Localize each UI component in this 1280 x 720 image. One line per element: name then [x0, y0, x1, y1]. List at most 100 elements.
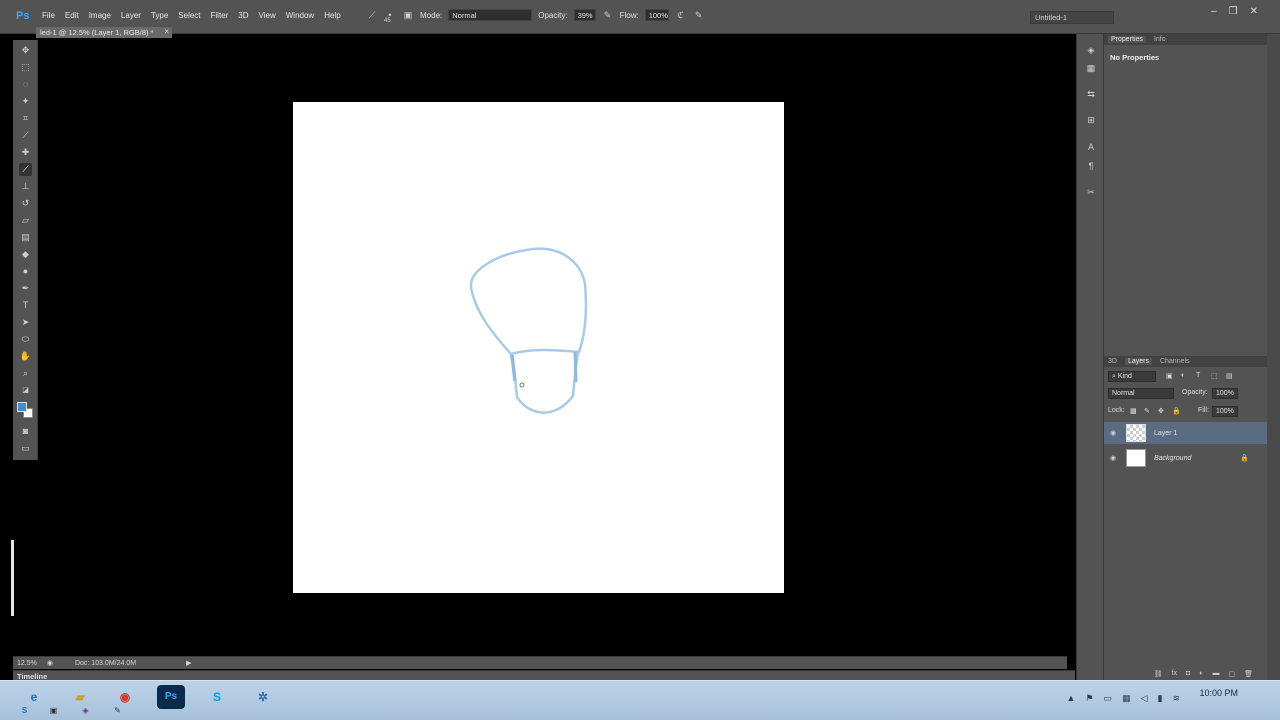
doc-size-info[interactable]: Doc: 103.0M/24.0M — [75, 660, 136, 667]
tab-info[interactable]: Info — [1154, 36, 1166, 43]
quick-mask-icon[interactable]: ◙ — [19, 425, 32, 438]
menu-edit[interactable]: Edit — [63, 10, 87, 21]
default-colors-icon[interactable]: ◪ — [19, 384, 32, 397]
menu-window[interactable]: Window — [284, 10, 322, 21]
brush-panel-icon[interactable]: ▣ — [402, 9, 414, 21]
layer-opacity-field[interactable]: 100% — [1212, 388, 1238, 399]
pen-tool-icon[interactable]: ✒ — [19, 282, 32, 295]
layer-row-layer-1[interactable]: ◉ Layer 1 — [1104, 422, 1267, 444]
photoshop-icon[interactable]: Ps — [157, 685, 185, 709]
pressure-opacity-icon[interactable]: ✎ — [602, 9, 614, 21]
tool-quick-icon[interactable]: ✎ — [112, 705, 123, 716]
eraser-tool-icon[interactable]: ▱ — [19, 214, 32, 227]
workspace-select[interactable]: Untitled-1 — [1030, 11, 1114, 24]
tab-3d[interactable]: 3D — [1108, 358, 1117, 365]
clock[interactable]: 10:00 PM — [1199, 688, 1238, 698]
flow-field[interactable]: 100% — [644, 9, 669, 21]
tab-channels[interactable]: Channels — [1160, 358, 1190, 365]
lasso-tool-icon[interactable]: ◌ — [19, 78, 32, 91]
skype-quick-icon[interactable]: S — [19, 705, 30, 716]
tray-expand-icon[interactable]: ▲ — [1067, 693, 1076, 704]
visibility-eye-icon[interactable]: ◉ — [1110, 454, 1116, 462]
tab-layers[interactable]: Layers — [1124, 358, 1152, 365]
marquee-tool-icon[interactable]: ⬚ — [19, 61, 32, 74]
screen-mode-icon[interactable]: ▭ — [19, 442, 32, 455]
blend-mode-select[interactable]: Normal — [1108, 388, 1174, 399]
healing-brush-tool-icon[interactable]: ✚ — [19, 146, 32, 159]
tools-presets-icon[interactable]: ✂ — [1085, 186, 1097, 198]
zoom-level[interactable]: 12.5% — [17, 660, 37, 667]
document-tab[interactable]: led-1 @ 12.5% (Layer 1, RGB/8) * × — [36, 27, 172, 38]
skype-icon[interactable]: S — [203, 685, 231, 709]
character-panel-icon[interactable]: A — [1085, 141, 1097, 153]
properties-tabs: Properties Info — [1104, 34, 1267, 45]
tray-volume-icon[interactable]: ◁ — [1141, 693, 1148, 704]
fill-field[interactable]: 100% — [1212, 406, 1238, 417]
menu-3d[interactable]: 3D — [236, 10, 256, 21]
layer-comps-panel-icon[interactable]: ⊞ — [1085, 114, 1097, 126]
blur-tool-icon[interactable]: ◆ — [19, 248, 32, 261]
swatches-panel-icon[interactable]: ▦ — [1085, 62, 1097, 74]
layer-row-background[interactable]: ◉ Background 🔒 — [1104, 447, 1267, 469]
restore-icon[interactable]: ❐ — [1229, 6, 1238, 17]
opacity-field[interactable]: 39% — [573, 9, 596, 21]
brush-tool-icon[interactable]: ⟋ — [366, 9, 378, 21]
filter-smart-object-icon[interactable]: ▤ — [1226, 372, 1233, 380]
clone-stamp-tool-icon[interactable]: ⊥ — [19, 180, 32, 193]
menu-image[interactable]: Image — [87, 10, 119, 21]
menu-type[interactable]: Type — [149, 10, 176, 21]
type-tool-icon[interactable]: T — [19, 299, 32, 312]
menu-view[interactable]: View — [257, 10, 284, 21]
quick-selection-tool-icon[interactable]: ✦ — [19, 95, 32, 108]
tray-network-icon[interactable]: ▦ — [1122, 693, 1131, 704]
filter-type-icon[interactable]: T — [1196, 372, 1200, 379]
network-app-icon[interactable]: ✲ — [249, 685, 277, 709]
adjustments-panel-icon[interactable]: ⇆ — [1085, 88, 1097, 100]
layer-filter-select[interactable]: ⌕ Kind — [1108, 371, 1156, 382]
menu-layer[interactable]: Layer — [119, 10, 149, 21]
mode-select[interactable]: Normal — [448, 9, 533, 21]
zoom-tool-icon[interactable]: ⌕ — [19, 367, 32, 380]
tray-signal-icon[interactable]: ▮ — [1158, 693, 1163, 704]
filter-pixel-icon[interactable]: ▣ — [1166, 372, 1173, 380]
close-icon[interactable]: ✕ — [1250, 6, 1258, 17]
visual-studio-quick-icon[interactable]: ◈ — [80, 705, 91, 716]
lock-image-icon[interactable]: ✎ — [1144, 407, 1150, 415]
lock-all-icon[interactable]: 🔒 — [1172, 407, 1181, 415]
eyedropper-tool-icon[interactable]: ⟋ — [19, 129, 32, 142]
menu-filter[interactable]: Filter — [209, 10, 237, 21]
pressure-size-icon[interactable]: ✎ — [693, 9, 705, 21]
crop-tool-icon[interactable]: ⌗ — [19, 112, 32, 125]
shape-tool-icon[interactable]: ⬭ — [19, 333, 32, 346]
paragraph-panel-icon[interactable]: ¶ — [1085, 160, 1097, 172]
menu-help[interactable]: Help — [322, 10, 348, 21]
dodge-tool-icon[interactable]: ● — [19, 265, 32, 278]
tray-flag-icon[interactable]: ⚑ — [1085, 693, 1093, 704]
document-canvas[interactable] — [293, 102, 784, 593]
foreground-color-swatch[interactable] — [17, 402, 27, 412]
lock-transparent-icon[interactable]: ▩ — [1130, 407, 1137, 415]
filter-shape-icon[interactable]: ⬚ — [1211, 372, 1218, 380]
layer-name: Background — [1154, 454, 1192, 462]
menu-file[interactable]: File — [40, 10, 63, 21]
history-brush-tool-icon[interactable]: ↺ — [19, 197, 32, 210]
tray-display-icon[interactable]: ▭ — [1104, 693, 1113, 704]
tray-wifi-icon[interactable]: ≋ — [1172, 693, 1180, 704]
filter-adjustment-icon[interactable]: ◐ — [1181, 372, 1185, 379]
lock-position-icon[interactable]: ✥ — [1158, 407, 1164, 415]
move-tool-icon[interactable]: ✥ — [19, 44, 32, 57]
minimize-icon[interactable]: – — [1211, 6, 1217, 17]
brush-tool-icon[interactable]: ⟋ — [19, 163, 32, 176]
status-menu-arrow-icon[interactable]: ▶ — [186, 659, 191, 667]
hand-tool-icon[interactable]: ✋ — [19, 350, 32, 363]
tab-properties[interactable]: Properties — [1108, 36, 1146, 43]
airbrush-icon[interactable]: ℭ — [675, 9, 687, 21]
brush-preset-icon[interactable]: • 45 — [384, 9, 396, 24]
desktop-quick-icon[interactable]: ▣ — [48, 705, 59, 716]
visibility-eye-icon[interactable]: ◉ — [1110, 429, 1116, 437]
history-panel-icon[interactable]: ◈ — [1085, 44, 1097, 56]
gradient-tool-icon[interactable]: ▤ — [19, 231, 32, 244]
menu-select[interactable]: Select — [176, 10, 208, 21]
tab-close-icon[interactable]: × — [164, 27, 169, 36]
path-selection-tool-icon[interactable]: ➤ — [19, 316, 32, 329]
